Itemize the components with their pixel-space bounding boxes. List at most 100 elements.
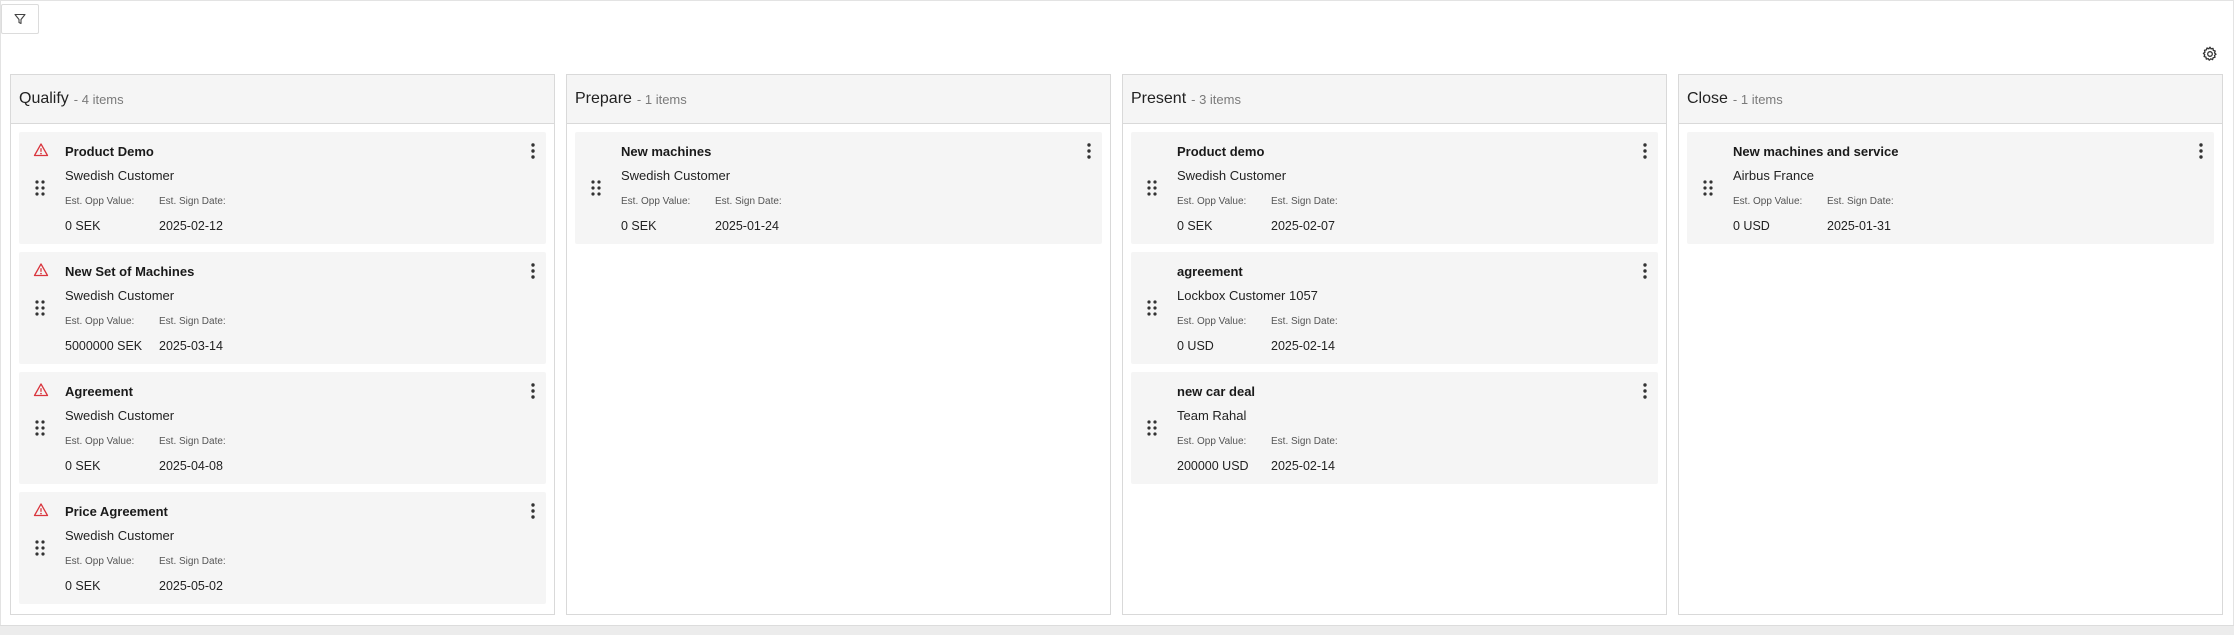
card-title[interactable]: New machines and service bbox=[1733, 144, 1898, 159]
card-title[interactable]: Product demo bbox=[1177, 144, 1264, 159]
settings-button[interactable] bbox=[2200, 44, 2220, 64]
warning-icon bbox=[33, 262, 49, 278]
opp-value: 0 USD bbox=[1177, 339, 1214, 353]
column-header: Close - 1 items bbox=[1679, 75, 2222, 124]
opportunity-card[interactable]: New machines and service Airbus France Est… bbox=[1687, 132, 2214, 244]
card-list: Product demo Swedish Customer Est. Opp Val… bbox=[1123, 124, 1666, 484]
sign-date-label: Est. Sign Date: bbox=[1827, 196, 1894, 207]
drag-handle-icon[interactable] bbox=[34, 419, 46, 437]
column-present: Present - 3 items Product demo Swedish Cust… bbox=[1122, 74, 1667, 615]
drag-handle-icon[interactable] bbox=[1146, 299, 1158, 317]
card-title[interactable]: Agreement bbox=[65, 384, 133, 399]
sign-date-label: Est. Sign Date: bbox=[159, 196, 226, 207]
card-customer: Team Rahal bbox=[1177, 408, 1247, 423]
opportunity-card[interactable]: agreement Lockbox Customer 1057 Est. Opp V… bbox=[1131, 252, 1658, 364]
sign-date: 2025-02-07 bbox=[1271, 219, 1335, 233]
column-item-count: - 4 items bbox=[73, 91, 124, 107]
sign-date: 2025-02-14 bbox=[1271, 459, 1335, 473]
opportunity-card[interactable]: New Set of Machines Swedish Customer Est. … bbox=[19, 252, 546, 364]
column-prepare: Prepare - 1 items New machines Swedish Cust… bbox=[566, 74, 1111, 615]
sign-date: 2025-01-31 bbox=[1827, 219, 1891, 233]
opp-value-label: Est. Opp Value: bbox=[65, 436, 135, 447]
column-item-count: - 1 items bbox=[1732, 91, 1783, 107]
card-title[interactable]: New machines bbox=[621, 144, 711, 159]
card-customer: Airbus France bbox=[1733, 168, 1814, 183]
card-title[interactable]: Product Demo bbox=[65, 144, 154, 159]
sign-date: 2025-03-14 bbox=[159, 339, 223, 353]
drag-handle-icon[interactable] bbox=[34, 179, 46, 197]
more-options-icon[interactable] bbox=[528, 382, 538, 400]
opportunity-card[interactable]: New machines Swedish Customer Est. Opp Val… bbox=[575, 132, 1102, 244]
drag-handle-icon[interactable] bbox=[1702, 179, 1714, 197]
drag-handle-icon[interactable] bbox=[34, 299, 46, 317]
opp-value: 0 SEK bbox=[65, 459, 101, 473]
more-options-icon[interactable] bbox=[1640, 382, 1650, 400]
opp-value-label: Est. Opp Value: bbox=[1733, 196, 1803, 207]
warning-icon bbox=[33, 382, 49, 398]
opportunity-card[interactable]: Product demo Swedish Customer Est. Opp Val… bbox=[1131, 132, 1658, 244]
card-customer: Swedish Customer bbox=[621, 168, 731, 183]
column-title: Qualify bbox=[19, 90, 69, 107]
kanban-board: Qualify - 4 items Product Demo Swedish Cust… bbox=[10, 74, 2224, 615]
sign-date: 2025-05-02 bbox=[159, 579, 223, 593]
column-item-count: - 3 items bbox=[1191, 91, 1241, 107]
column-title: Present bbox=[1131, 90, 1187, 107]
card-customer: Swedish Customer bbox=[1177, 168, 1287, 183]
sign-date-label: Est. Sign Date: bbox=[1271, 436, 1338, 447]
more-options-icon[interactable] bbox=[528, 502, 538, 520]
column-close: Close - 1 items New machines and service Ai… bbox=[1678, 74, 2223, 615]
sign-date-label: Est. Sign Date: bbox=[159, 436, 226, 447]
opp-value-label: Est. Opp Value: bbox=[65, 196, 135, 207]
card-title[interactable]: New Set of Machines bbox=[65, 264, 194, 279]
card-customer: Swedish Customer bbox=[65, 408, 175, 423]
column-header: Prepare - 1 items bbox=[567, 75, 1110, 124]
opp-value: 200000 USD bbox=[1177, 459, 1249, 473]
more-options-icon[interactable] bbox=[1640, 142, 1650, 160]
more-options-icon[interactable] bbox=[1084, 142, 1094, 160]
drag-handle-icon[interactable] bbox=[590, 179, 602, 197]
sign-date: 2025-02-12 bbox=[159, 219, 223, 233]
opp-value-label: Est. Opp Value: bbox=[1177, 196, 1247, 207]
gear-icon bbox=[2202, 46, 2217, 61]
card-customer: Swedish Customer bbox=[65, 528, 175, 543]
sign-date: 2025-04-08 bbox=[159, 459, 223, 473]
filter-icon bbox=[14, 13, 26, 25]
opportunity-card[interactable]: Product Demo Swedish Customer Est. Opp Val… bbox=[19, 132, 546, 244]
card-title[interactable]: new car deal bbox=[1177, 384, 1255, 399]
opp-value: 0 SEK bbox=[621, 219, 657, 233]
column-header: Qualify - 4 items bbox=[11, 75, 554, 124]
sign-date-label: Est. Sign Date: bbox=[1271, 196, 1338, 207]
drag-handle-icon[interactable] bbox=[1146, 179, 1158, 197]
opp-value: 0 USD bbox=[1733, 219, 1770, 233]
more-options-icon[interactable] bbox=[1640, 262, 1650, 280]
more-options-icon[interactable] bbox=[528, 262, 538, 280]
opp-value: 0 SEK bbox=[1177, 219, 1213, 233]
opp-value-label: Est. Opp Value: bbox=[1177, 316, 1247, 327]
column-item-count: - 1 items bbox=[636, 91, 687, 107]
more-options-icon[interactable] bbox=[528, 142, 538, 160]
warning-icon bbox=[33, 142, 49, 158]
opportunity-card[interactable]: Agreement Swedish Customer Est. Opp Value:… bbox=[19, 372, 546, 484]
card-list: New machines and service Airbus France Est… bbox=[1679, 124, 2222, 244]
card-title[interactable]: agreement bbox=[1177, 264, 1243, 279]
more-options-icon[interactable] bbox=[2196, 142, 2206, 160]
drag-handle-icon[interactable] bbox=[34, 539, 46, 557]
opportunity-card[interactable]: Price Agreement Swedish Customer Est. Opp … bbox=[19, 492, 546, 604]
opportunity-card[interactable]: new car deal Team Rahal Est. Opp Value: Est… bbox=[1131, 372, 1658, 484]
opp-value: 0 SEK bbox=[65, 219, 101, 233]
horizontal-scrollbar[interactable] bbox=[0, 625, 2234, 635]
column-qualify: Qualify - 4 items Product Demo Swedish Cust… bbox=[10, 74, 555, 615]
filter-button[interactable] bbox=[1, 4, 39, 34]
card-customer: Swedish Customer bbox=[65, 168, 175, 183]
card-title[interactable]: Price Agreement bbox=[65, 504, 168, 519]
card-list: New machines Swedish Customer Est. Opp Val… bbox=[567, 124, 1110, 244]
sign-date-label: Est. Sign Date: bbox=[159, 316, 226, 327]
drag-handle-icon[interactable] bbox=[1146, 419, 1158, 437]
column-title: Close bbox=[1687, 90, 1728, 107]
opp-value: 5000000 SEK bbox=[65, 339, 143, 353]
sign-date-label: Est. Sign Date: bbox=[159, 556, 226, 567]
opp-value-label: Est. Opp Value: bbox=[65, 316, 135, 327]
card-customer: Swedish Customer bbox=[65, 288, 175, 303]
opp-value-label: Est. Opp Value: bbox=[65, 556, 135, 567]
sign-date-label: Est. Sign Date: bbox=[715, 196, 782, 207]
